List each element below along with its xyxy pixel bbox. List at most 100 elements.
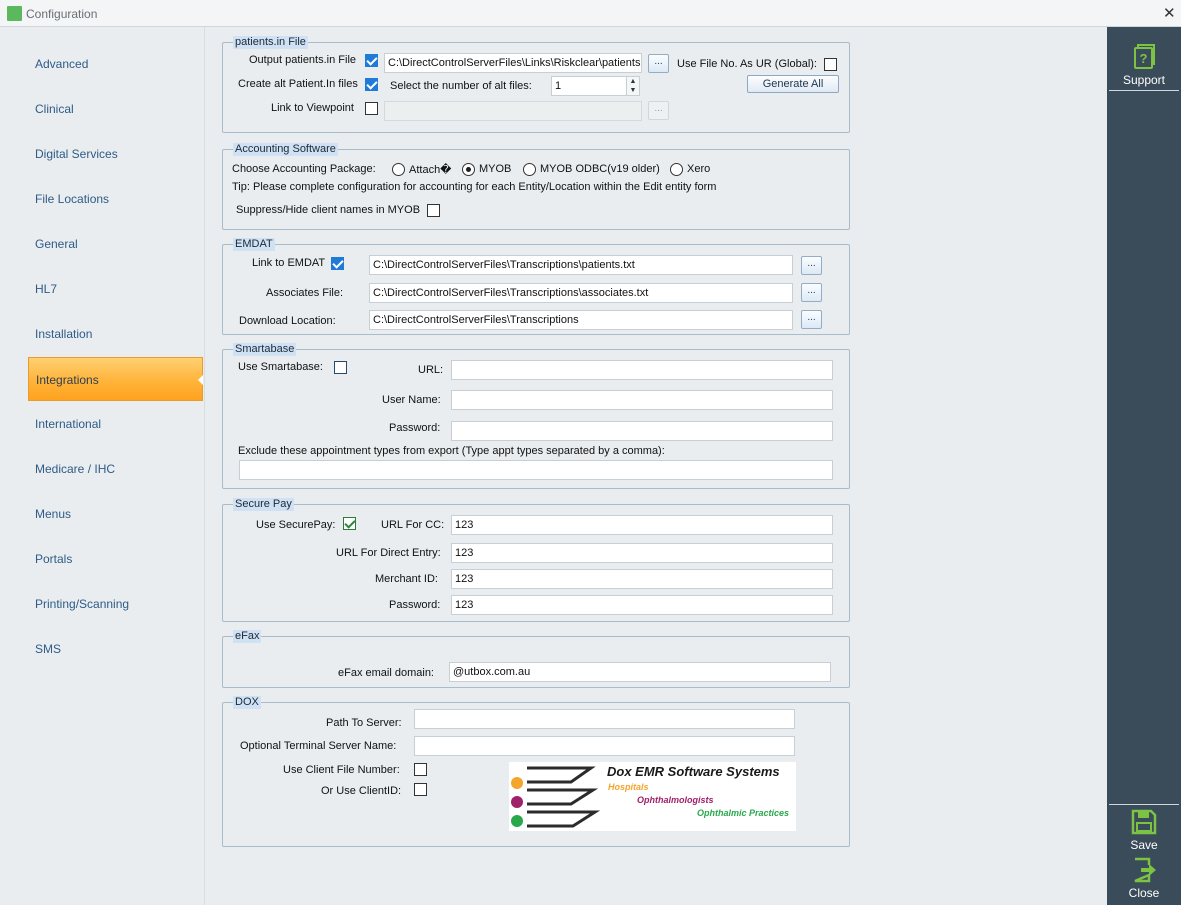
use-smartabase-checkbox[interactable] xyxy=(334,361,347,374)
use-file-no-checkbox[interactable] xyxy=(824,58,837,71)
sidebar-item-sms[interactable]: SMS xyxy=(28,627,203,671)
dox-logo-line3: Ophthalmic Practices xyxy=(697,808,790,818)
panel-divider xyxy=(1109,90,1179,91)
sidebar-item-general[interactable]: General xyxy=(28,222,203,266)
radio-myob-label: MYOB xyxy=(479,163,512,175)
viewpoint-browse-button[interactable]: ... xyxy=(648,101,669,120)
radio-xero[interactable] xyxy=(670,163,683,176)
sidebar: Advanced Clinical Digital Services File … xyxy=(0,27,205,905)
alt-files-stepper[interactable]: ▲ ▼ xyxy=(626,76,640,96)
right-action-panel xyxy=(1107,27,1181,905)
output-patients-label: Output patients.in File xyxy=(249,54,357,66)
suppress-names-checkbox[interactable] xyxy=(427,204,440,217)
dox-logo-title: Dox EMR Software Systems xyxy=(607,764,780,779)
emdat-patients-browse-button[interactable]: ... xyxy=(801,256,822,275)
use-file-no-label: Use File No. As UR (Global): xyxy=(677,58,817,70)
active-indicator-arrow xyxy=(198,375,203,385)
exclude-appt-types-input[interactable] xyxy=(239,460,833,480)
exclude-appt-types-label: Exclude these appointment types from exp… xyxy=(238,445,665,457)
window-title: Configuration xyxy=(26,7,98,21)
sidebar-item-installation[interactable]: Installation xyxy=(28,312,203,356)
sidebar-item-advanced[interactable]: Advanced xyxy=(28,42,203,86)
accounting-tip: Tip: Please complete configuration for a… xyxy=(232,181,717,193)
use-client-file-label: Use Client File Number: xyxy=(283,764,400,776)
use-client-id-checkbox[interactable] xyxy=(414,783,427,796)
associates-file-label: Associates File: xyxy=(266,287,344,299)
save-button[interactable]: Save xyxy=(1109,809,1179,852)
output-path-field[interactable]: C:\DirectControlServerFiles\Links\Riskcl… xyxy=(384,53,642,73)
output-path-browse-button[interactable]: ... xyxy=(648,54,669,73)
close-window-icon[interactable]: ✕ xyxy=(1163,4,1176,22)
sidebar-item-hl7[interactable]: HL7 xyxy=(28,267,203,311)
url-cc-label: URL For CC: xyxy=(381,519,445,531)
emdat-patients-path[interactable]: C:\DirectControlServerFiles\Transcriptio… xyxy=(369,255,793,275)
download-location-browse-button[interactable]: ... xyxy=(801,310,822,329)
sidebar-item-international[interactable]: International xyxy=(28,402,203,446)
viewpoint-path-field[interactable] xyxy=(384,101,642,121)
create-alt-label: Create alt Patient.In files xyxy=(238,78,358,90)
sidebar-item-medicare-ihc[interactable]: Medicare / IHC xyxy=(28,447,203,491)
efax-domain-input[interactable]: @utbox.com.au xyxy=(449,662,831,682)
securepay-password-input[interactable]: 123 xyxy=(451,595,833,615)
group-title: patients.in File xyxy=(233,36,308,49)
use-client-file-checkbox[interactable] xyxy=(414,763,427,776)
sidebar-item-integrations[interactable]: Integrations xyxy=(28,357,203,401)
sidebar-item-printing-scanning[interactable]: Printing/Scanning xyxy=(28,582,203,626)
terminal-server-label: Optional Terminal Server Name: xyxy=(240,740,397,752)
stepper-down-icon[interactable]: ▼ xyxy=(627,86,639,95)
create-alt-checkbox[interactable] xyxy=(365,78,378,91)
link-emdat-label: Link to EMDAT xyxy=(252,257,326,269)
smartabase-username-label: User Name: xyxy=(382,394,441,406)
use-client-id-label: Or Use ClientID: xyxy=(321,785,402,797)
generate-all-button[interactable]: Generate All xyxy=(747,75,839,93)
link-emdat-checkbox[interactable] xyxy=(331,257,344,270)
sidebar-item-file-locations[interactable]: File Locations xyxy=(28,177,203,221)
radio-myob-odbc[interactable] xyxy=(523,163,536,176)
path-to-server-input[interactable] xyxy=(414,709,795,729)
title-bar xyxy=(0,0,1181,27)
panel-divider xyxy=(1109,804,1179,805)
app-icon xyxy=(7,6,22,21)
output-patients-checkbox[interactable] xyxy=(365,54,378,67)
radio-myob-odbc-label: MYOB ODBC(v19 older) xyxy=(540,163,660,175)
link-viewpoint-checkbox[interactable] xyxy=(365,102,378,115)
terminal-server-input[interactable] xyxy=(414,736,795,756)
radio-attach[interactable] xyxy=(392,163,405,176)
close-button[interactable]: Close xyxy=(1109,857,1179,900)
group-title: EMDAT xyxy=(233,238,275,251)
alt-files-count-input[interactable]: 1 xyxy=(551,76,627,96)
save-icon xyxy=(1131,809,1157,835)
merchant-id-label: Merchant ID: xyxy=(375,573,438,585)
url-cc-input[interactable]: 123 xyxy=(451,515,833,535)
url-direct-input[interactable]: 123 xyxy=(451,543,833,563)
smartabase-password-label: Password: xyxy=(389,422,441,434)
associates-browse-button[interactable]: ... xyxy=(801,283,822,302)
stepper-up-icon[interactable]: ▲ xyxy=(627,77,639,86)
smartabase-password-input[interactable] xyxy=(451,421,833,441)
sidebar-item-clinical[interactable]: Clinical xyxy=(28,87,203,131)
merchant-id-input[interactable]: 123 xyxy=(451,569,833,589)
download-location-path[interactable]: C:\DirectControlServerFiles\Transcriptio… xyxy=(369,310,793,330)
use-securepay-checkbox[interactable] xyxy=(343,517,356,530)
efax-domain-label: eFax email domain: xyxy=(338,667,434,679)
group-title: Smartabase xyxy=(233,343,297,356)
radio-myob[interactable] xyxy=(462,163,475,176)
group-title: eFax xyxy=(233,630,262,643)
support-button[interactable]: ? Support xyxy=(1109,44,1179,87)
suppress-names-label: Suppress/Hide client names in MYOB xyxy=(236,204,421,216)
associates-path[interactable]: C:\DirectControlServerFiles\Transcriptio… xyxy=(369,283,793,303)
save-label: Save xyxy=(1130,838,1158,852)
smartabase-url-label: URL: xyxy=(418,364,444,376)
download-location-label: Download Location: xyxy=(239,315,336,327)
smartabase-username-input[interactable] xyxy=(451,390,833,410)
group-title: DOX xyxy=(233,696,261,709)
choose-accounting-label: Choose Accounting Package: xyxy=(232,163,376,175)
url-direct-label: URL For Direct Entry: xyxy=(336,547,441,559)
link-viewpoint-label: Link to Viewpoint xyxy=(271,102,354,114)
support-icon: ? xyxy=(1134,44,1155,69)
sidebar-item-digital-services[interactable]: Digital Services xyxy=(28,132,203,176)
sidebar-item-portals[interactable]: Portals xyxy=(28,537,203,581)
sidebar-item-menus[interactable]: Menus xyxy=(28,492,203,536)
smartabase-url-input[interactable] xyxy=(451,360,833,380)
path-to-server-label: Path To Server: xyxy=(326,717,402,729)
